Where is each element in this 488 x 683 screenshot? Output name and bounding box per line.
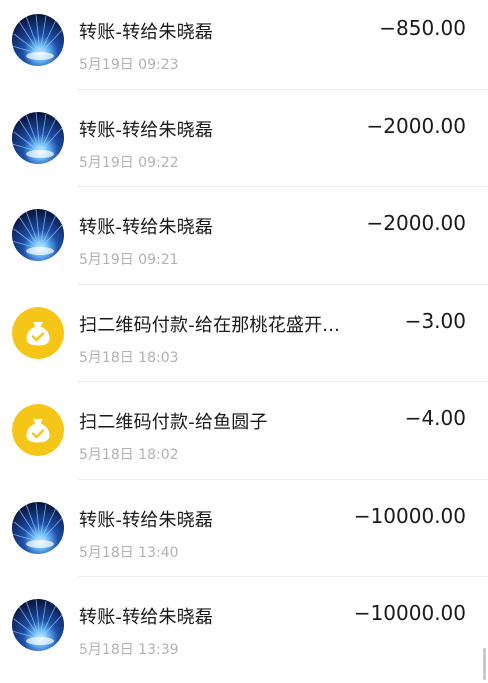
transaction-amount: −4.00: [404, 406, 466, 430]
transaction-row[interactable]: 扫二维码付款-给鱼圆子 5月18日 18:02 −4.00: [0, 382, 488, 480]
transaction-row[interactable]: 转账-转给朱晓磊 5月18日 13:39 −10000.00: [0, 577, 488, 675]
transaction-row[interactable]: 扫二维码付款-给在那桃花盛开... 5月18日 18:03 −3.00: [0, 285, 488, 383]
user-avatar-icon: [12, 501, 64, 554]
transaction-title: 扫二维码付款-给在那桃花盛开...: [79, 314, 341, 336]
transaction-amount: −2000.00: [366, 211, 466, 235]
transaction-title: 转账-转给朱晓磊: [79, 509, 214, 531]
user-avatar-icon: [12, 209, 64, 261]
money-bag-icon: [12, 306, 64, 359]
transaction-time: 5月18日 13:40: [79, 544, 179, 561]
user-avatar-icon: [12, 599, 64, 651]
transaction-amount: −10000.00: [353, 503, 466, 528]
transaction-amount: −2000.00: [366, 113, 466, 138]
transaction-title: 转账-转给朱晓磊: [79, 22, 214, 43]
transaction-time: 5月18日 18:03: [79, 349, 179, 366]
transaction-amount: −10000.00: [353, 601, 466, 625]
transaction-row[interactable]: 转账-转给朱晓磊 5月19日 09:22 −2000.00: [0, 90, 488, 188]
money-bag-icon: [12, 404, 64, 456]
transaction-time: 5月19日 09:22: [79, 154, 179, 171]
transaction-row[interactable]: 转账-转给朱晓磊 5月19日 09:21 −2000.00: [0, 187, 488, 285]
transaction-time: 5月19日 09:23: [79, 57, 179, 73]
transaction-title: 转账-转给朱晓磊: [79, 607, 214, 628]
user-avatar-icon: [12, 14, 64, 66]
transaction-time: 5月19日 09:21: [79, 252, 179, 268]
transaction-title: 扫二维码付款-给鱼圆子: [79, 412, 268, 433]
transaction-row[interactable]: 转账-转给朱晓磊 5月19日 09:23 −850.00: [0, 0, 488, 90]
transaction-amount: −850.00: [379, 16, 466, 40]
transaction-amount: −3.00: [404, 308, 466, 333]
user-avatar-icon: [12, 111, 64, 164]
transaction-list: 转账-转给朱晓磊 5月19日 09:23 −850.00 转账-转给朱晓磊 5月…: [0, 0, 488, 675]
transaction-row[interactable]: 转账-转给朱晓磊 5月18日 13:40 −10000.00: [0, 480, 488, 578]
transaction-title: 转账-转给朱晓磊: [79, 119, 214, 141]
transaction-time: 5月18日 13:39: [79, 642, 179, 658]
transaction-title: 转账-转给朱晓磊: [79, 217, 214, 238]
transaction-time: 5月18日 18:02: [79, 447, 179, 463]
scrollbar[interactable]: [483, 648, 486, 680]
